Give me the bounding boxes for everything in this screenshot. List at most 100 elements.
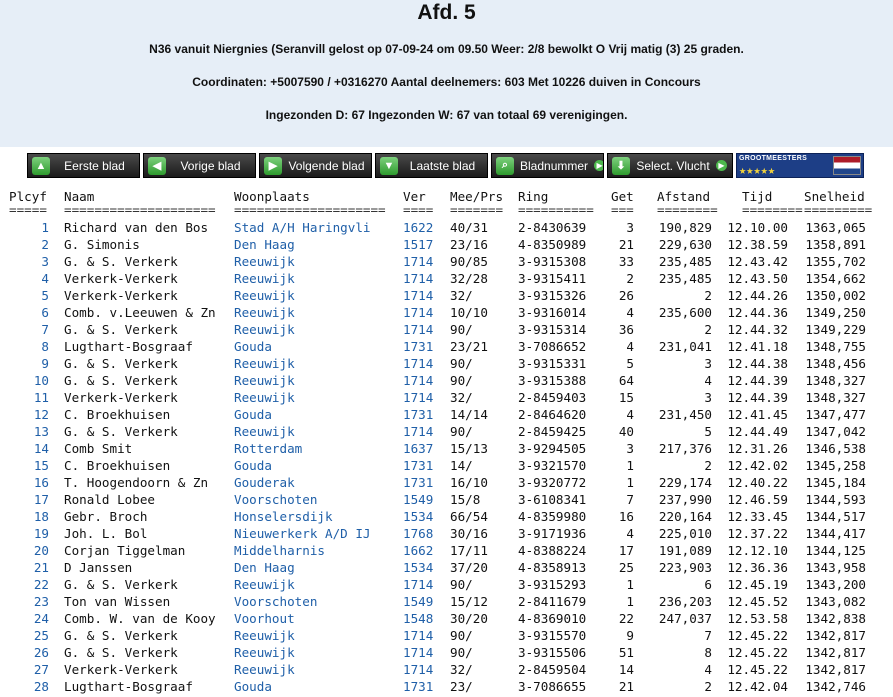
cell-plcyf[interactable]: 27 [9,661,49,678]
cell-woonplaats[interactable]: Gouda [234,406,399,423]
cell-woonplaats[interactable]: Reeuwijk [234,287,399,304]
cell-plcyf[interactable]: 21 [9,559,49,576]
cell-woonplaats[interactable]: Gouderak [234,474,399,491]
cell-woonplaats[interactable]: Middelharnis [234,542,399,559]
cell-woonplaats[interactable]: Reeuwijk [234,423,399,440]
cell-ring: 3-9316014 [518,305,587,320]
cell-woonplaats[interactable]: Rotterdam [234,440,399,457]
cell-plcyf[interactable]: 4 [9,270,49,287]
cell-plcyf[interactable]: 22 [9,576,49,593]
cell-ver[interactable]: 1714 [403,423,443,440]
cell-ver[interactable]: 1714 [403,287,443,304]
cell-woonplaats[interactable]: Voorschoten [234,593,399,610]
cell-ver[interactable]: 1622 [403,219,443,236]
cell-plcyf[interactable]: 5 [9,287,49,304]
cell-ver[interactable]: 1549 [403,593,443,610]
cell-ver[interactable]: 1731 [403,474,443,491]
cell-woonplaats[interactable]: Voorhout [234,610,399,627]
cell-plcyf[interactable]: 11 [9,389,49,406]
previous-page-button[interactable]: ◀ Vorige blad [143,153,256,178]
last-page-button[interactable]: ▼ Laatste blad [375,153,488,178]
cell-plcyf[interactable]: 28 [9,678,49,695]
cell-ver[interactable]: 1534 [403,508,443,525]
cell-ver[interactable]: 1714 [403,321,443,338]
cell-plcyf[interactable]: 19 [9,525,49,542]
cell-ver[interactable]: 1637 [403,440,443,457]
cell-plcyf[interactable]: 26 [9,644,49,661]
first-page-button[interactable]: ▲ Eerste blad [27,153,140,178]
cell-plcyf[interactable]: 24 [9,610,49,627]
cell-ver[interactable]: 1714 [403,253,443,270]
cell-afstand: 220,164 [658,509,712,524]
cell-afstand: 2 [704,458,712,473]
cell-ver[interactable]: 1731 [403,457,443,474]
cell-ver[interactable]: 1714 [403,304,443,321]
cell-ver[interactable]: 1714 [403,355,443,372]
cell-woonplaats[interactable]: Reeuwijk [234,389,399,406]
cell-plcyf[interactable]: 8 [9,338,49,355]
cell-plcyf[interactable]: 1 [9,219,49,236]
cell-woonplaats[interactable]: Reeuwijk [234,372,399,389]
cell-woonplaats[interactable]: Voorschoten [234,491,399,508]
cell-ver[interactable]: 1714 [403,389,443,406]
cell-plcyf[interactable]: 10 [9,372,49,389]
cell-plcyf[interactable]: 15 [9,457,49,474]
cell-ver[interactable]: 1517 [403,236,443,253]
cell-plcyf[interactable]: 2 [9,236,49,253]
cell-woonplaats[interactable]: Reeuwijk [234,627,399,644]
table-row: 21 D Janssen Den Haag 1534 37/20 4-8358913 25 2… [0,559,893,576]
cell-woonplaats[interactable]: Reeuwijk [234,304,399,321]
cell-woonplaats[interactable]: Reeuwijk [234,355,399,372]
cell-plcyf[interactable]: 23 [9,593,49,610]
cell-meeprs: 14/14 [450,407,488,422]
next-page-button[interactable]: ▶ Volgende blad [259,153,372,178]
cell-woonplaats[interactable]: Den Haag [234,559,399,576]
cell-woonplaats[interactable]: Reeuwijk [234,253,399,270]
cell-plcyf[interactable]: 3 [9,253,49,270]
cell-ver[interactable]: 1714 [403,627,443,644]
cell-ver[interactable]: 1714 [403,576,443,593]
cell-plcyf[interactable]: 9 [9,355,49,372]
cell-ver[interactable]: 1731 [403,678,443,695]
cell-woonplaats[interactable]: Gouda [234,678,399,695]
cell-woonplaats[interactable]: Reeuwijk [234,661,399,678]
cell-woonplaats[interactable]: Reeuwijk [234,270,399,287]
cell-ver[interactable]: 1768 [403,525,443,542]
cell-meeprs: 15/13 [450,441,488,456]
cell-plcyf[interactable]: 12 [9,406,49,423]
page-number-button[interactable]: ⌕ Bladnummer ▶ [491,153,604,178]
cell-woonplaats[interactable]: Honselersdijk [234,508,399,525]
cell-woonplaats[interactable]: Stad A/H Haringvli [234,219,399,236]
cell-ver[interactable]: 1548 [403,610,443,627]
cell-ver[interactable]: 1549 [403,491,443,508]
table-row: 5 Verkerk-Verkerk Reeuwijk 1714 32/3-9315326… [0,287,893,304]
grootmeesters-logo[interactable]: GROOTMEESTERS ★★★★★ [736,153,864,178]
cell-woonplaats[interactable]: Den Haag [234,236,399,253]
cell-plcyf[interactable]: 14 [9,440,49,457]
cell-woonplaats[interactable]: Gouda [234,338,399,355]
cell-woonplaats[interactable]: Gouda [234,457,399,474]
cell-ver[interactable]: 1714 [403,661,443,678]
cell-plcyf[interactable]: 13 [9,423,49,440]
cell-ver[interactable]: 1714 [403,372,443,389]
cell-ver[interactable]: 1714 [403,644,443,661]
cell-ver[interactable]: 1534 [403,559,443,576]
cell-plcyf[interactable]: 17 [9,491,49,508]
select-flight-button[interactable]: ⬇ Select. Vlucht ▶ [607,153,733,178]
cell-ver[interactable]: 1714 [403,270,443,287]
cell-woonplaats[interactable]: Reeuwijk [234,644,399,661]
cell-plcyf[interactable]: 6 [9,304,49,321]
cell-woonplaats[interactable]: Nieuwerkerk A/D IJ [234,525,399,542]
cell-snelheid: 1344,517 [805,509,866,524]
cell-plcyf[interactable]: 7 [9,321,49,338]
cell-ver[interactable]: 1731 [403,406,443,423]
cell-ver[interactable]: 1731 [403,338,443,355]
cell-ver[interactable]: 1662 [403,542,443,559]
cell-plcyf[interactable]: 20 [9,542,49,559]
cell-meeprs: 66/54 [450,509,488,524]
cell-plcyf[interactable]: 16 [9,474,49,491]
cell-woonplaats[interactable]: Reeuwijk [234,321,399,338]
cell-plcyf[interactable]: 25 [9,627,49,644]
cell-plcyf[interactable]: 18 [9,508,49,525]
cell-woonplaats[interactable]: Reeuwijk [234,576,399,593]
